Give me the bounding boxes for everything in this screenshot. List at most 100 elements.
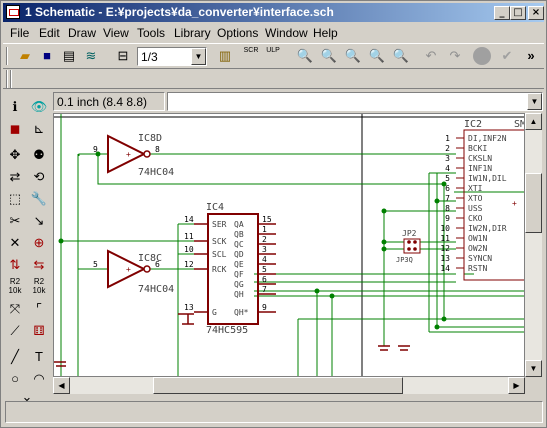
cam-processor-icon[interactable]: ≋ (81, 46, 101, 66)
ic8d-pin-out: 8 (155, 145, 160, 154)
horizontal-scroll-thumb[interactable] (153, 377, 403, 394)
vertical-scrollbar[interactable]: ▲ ▼ (525, 113, 542, 377)
jp2-name: JP2 (402, 229, 417, 238)
circle-icon[interactable]: ○ (5, 369, 25, 389)
rotate-icon[interactable]: ⟲ (29, 167, 49, 187)
minimize-button[interactable]: _ (494, 6, 510, 20)
script-icon[interactable]: SCR (241, 46, 261, 66)
ic2-pin-label: IW2N,DIR (468, 224, 507, 233)
scroll-left-icon[interactable]: ◀ (53, 377, 70, 394)
delete-icon[interactable]: ✕ (5, 233, 25, 253)
ic2-pin-label: CKSLN (468, 154, 492, 163)
change-wrench-icon[interactable]: 🔧 (29, 189, 49, 209)
junction-dot (314, 288, 320, 294)
schematic-app-icon (6, 5, 20, 19)
add-part-icon[interactable]: ⊕ (29, 233, 49, 253)
copy-icon[interactable]: ⚉ (29, 145, 49, 165)
ic2-pin-label: XTO (468, 194, 483, 203)
chevron-down-icon[interactable]: ▼ (527, 93, 542, 110)
zoom-redraw-icon[interactable]: 🔍 (367, 46, 387, 66)
mark-icon[interactable]: ⊾ (29, 119, 49, 139)
sheet-icon[interactable]: ⊟ (113, 46, 133, 66)
scroll-right-icon[interactable]: ▶ (508, 377, 525, 394)
ic4-pin-number: 9 (262, 303, 267, 312)
text-icon[interactable]: T (29, 347, 49, 367)
paste-icon[interactable]: ✂ (5, 211, 25, 231)
move-icon[interactable]: ✥ (5, 145, 25, 165)
stop-icon[interactable] (471, 46, 493, 66)
invoke-icon[interactable]: ⚅ (29, 321, 49, 341)
menu-view[interactable]: View (103, 26, 129, 40)
zoom-select-icon[interactable]: 🔍 (391, 46, 411, 66)
inverter-bubble (143, 265, 151, 273)
ic4-shift-register[interactable]: IC4 74HC595 14SER11SCK10SCL12RCK13G 15QA… (184, 202, 276, 336)
menu-file[interactable]: File (10, 26, 29, 40)
command-input[interactable]: ▼ (167, 92, 543, 111)
chevron-down-icon[interactable]: ▼ (191, 48, 206, 65)
schematic-canvas[interactable]: + IC8D 74HC04 9 8 + IC8C 74HC04 5 6 IC4 … (53, 113, 525, 377)
maximize-button[interactable]: □ (510, 6, 526, 20)
ic2-pin-number: 2 (445, 144, 450, 153)
pinswap-icon[interactable]: ↘ (29, 211, 49, 231)
group-icon[interactable]: ⬚ (5, 189, 25, 209)
gateswap-icon[interactable]: ⇆ (29, 255, 49, 275)
menu-tools[interactable]: Tools (137, 26, 165, 40)
ic8d-value: 74HC04 (138, 167, 174, 178)
scroll-down-icon[interactable]: ▼ (525, 360, 542, 377)
info-icon[interactable]: ℹ (5, 97, 25, 117)
horizontal-scrollbar[interactable]: ◀ ▶ (53, 377, 525, 394)
go-icon[interactable]: ✔ (497, 46, 517, 66)
ic8d-inverter[interactable]: + IC8D 74HC04 9 8 (93, 133, 174, 178)
toolbar-overflow[interactable]: » (521, 46, 541, 66)
undo-icon[interactable]: ↶ (421, 46, 441, 66)
arc-icon[interactable]: ◠ (29, 369, 49, 389)
menu-draw[interactable]: Draw (68, 26, 96, 40)
zoom-in-icon[interactable]: 🔍 (319, 46, 339, 66)
library-icon[interactable]: ▥ (215, 46, 235, 66)
print-icon[interactable]: ▤ (59, 46, 79, 66)
sheet-select-value: 1/3 (141, 50, 158, 64)
ground-icon (54, 361, 66, 367)
menu-edit[interactable]: Edit (39, 26, 60, 40)
menu-options[interactable]: Options (217, 26, 258, 40)
stop-sign-icon (473, 47, 491, 65)
redo-icon[interactable]: ↷ (445, 46, 465, 66)
ic2-pin-label: OW2N (468, 244, 487, 253)
ic2-pin-number: 9 (445, 214, 450, 223)
replace-icon[interactable]: ⇅ (5, 255, 25, 275)
junction-dot (381, 208, 387, 214)
menu-library[interactable]: Library (174, 26, 211, 40)
ic2-pin-label: IW1N,DIL (468, 174, 507, 183)
close-button[interactable]: × (528, 6, 544, 20)
wire-icon[interactable]: ╱ (5, 347, 25, 367)
jp2-jumper[interactable]: JP2 JP3Q (396, 229, 421, 264)
ic4-pin-number: 2 (262, 235, 267, 244)
ic4-pin-number: 6 (262, 275, 267, 284)
menu-window[interactable]: Window (265, 26, 308, 40)
split-icon[interactable]: ⟋ (5, 321, 25, 341)
title-bar[interactable]: 1 Schematic - E:¥projects¥da_converter¥i… (3, 3, 544, 22)
value-icon[interactable]: R2 10k (29, 277, 49, 297)
mirror-icon[interactable]: ⇄ (5, 167, 25, 187)
schematic-drawing[interactable]: + IC8D 74HC04 9 8 + IC8C 74HC04 5 6 IC4 … (54, 114, 525, 377)
ulp-icon[interactable]: ULP (263, 46, 283, 66)
display-layers-icon[interactable]: ◼ (5, 119, 25, 139)
ic4-pin-number: 14 (184, 215, 194, 224)
ic8c-inverter[interactable]: + IC8C 74HC04 5 6 (93, 249, 174, 295)
menu-help[interactable]: Help (313, 26, 338, 40)
save-icon[interactable]: ■ (37, 46, 57, 66)
ic2-receiver[interactable]: IC2 SM + 1 DI,INF2N 2 BCKI 3 CKSLN 4 INF1N 5 IW1N… (440, 119, 525, 281)
zoom-fit-icon[interactable]: 🔍 (295, 46, 315, 66)
show-eye-icon[interactable]: 👁 (29, 97, 49, 117)
ic2-pin-label: RSTN (468, 264, 487, 273)
sheet-select[interactable]: 1/3 ▼ (137, 47, 207, 66)
vertical-scroll-thumb[interactable] (525, 173, 542, 233)
open-folder-icon[interactable]: ▰ (15, 46, 35, 66)
name-icon[interactable]: R2 10k (5, 277, 25, 297)
zoom-out-icon[interactable]: 🔍 (343, 46, 363, 66)
junction-dot (381, 246, 387, 252)
ground-icon (398, 345, 410, 351)
miter-icon[interactable]: ⌜ (29, 299, 49, 319)
scroll-up-icon[interactable]: ▲ (525, 113, 542, 130)
smash-icon[interactable]: ⤧ (5, 299, 25, 319)
